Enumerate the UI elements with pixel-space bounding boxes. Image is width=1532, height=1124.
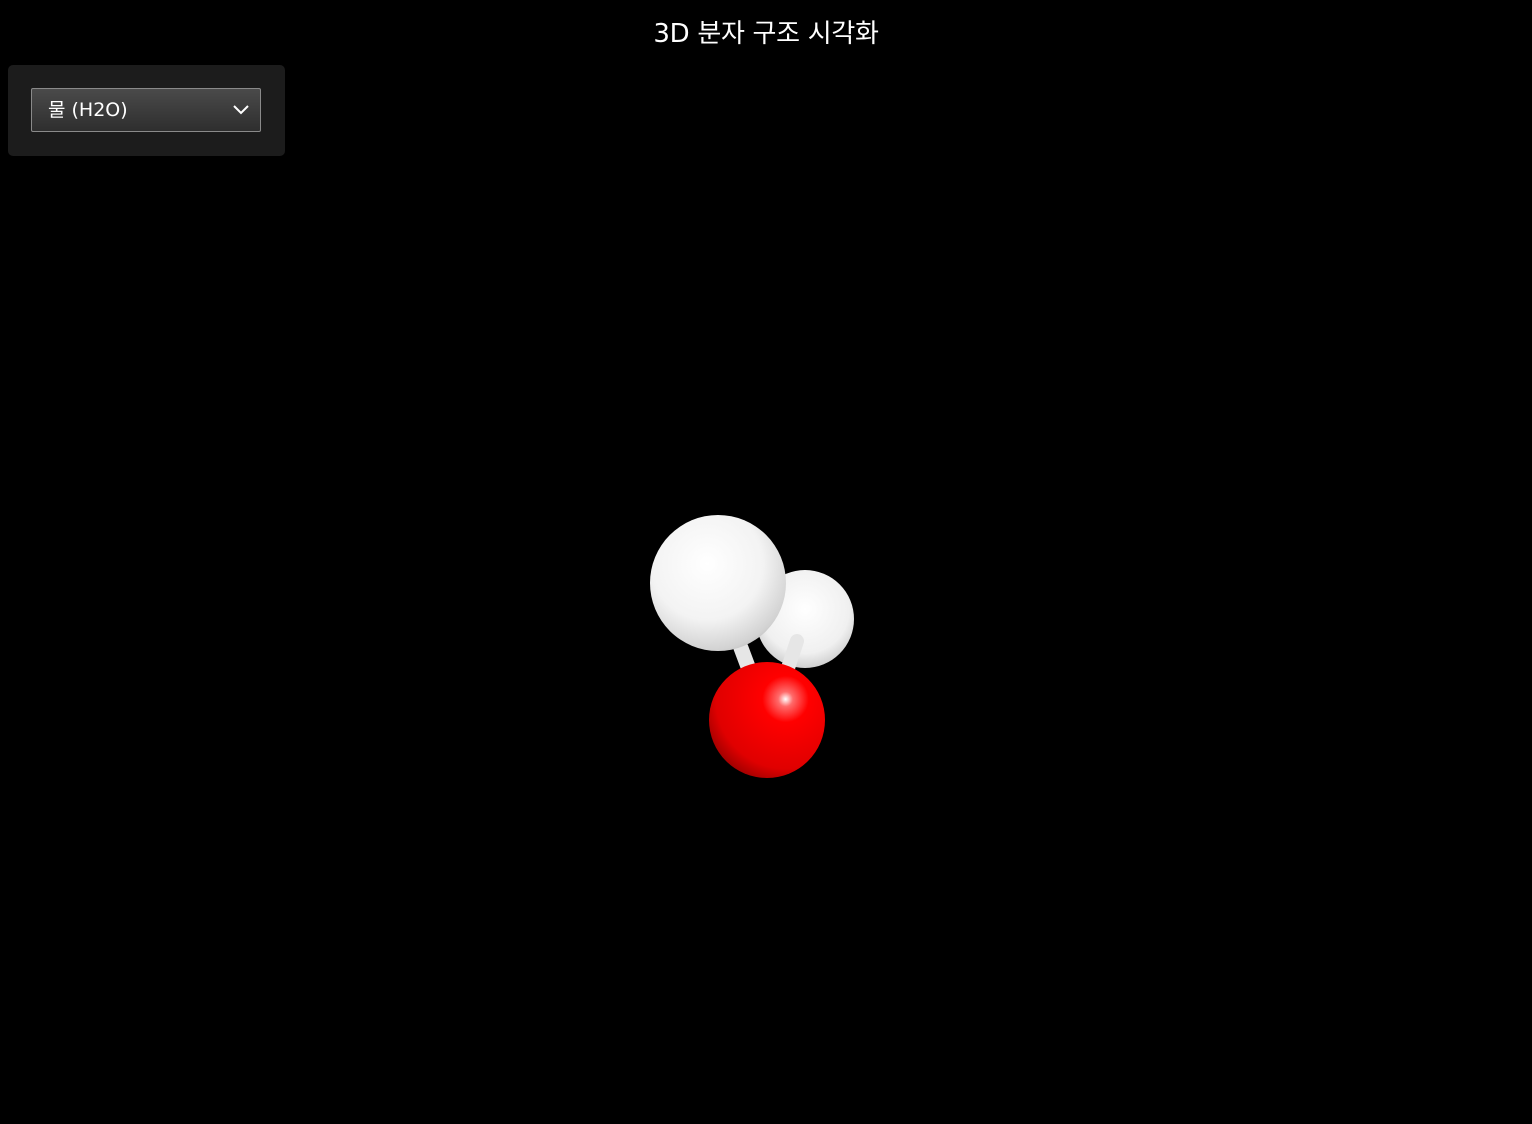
hydrogen-atom-1 — [650, 515, 786, 651]
page-title: 3D 분자 구조 시각화 — [653, 19, 879, 49]
molecule-canvas[interactable] — [0, 0, 1532, 1120]
molecule-viewport[interactable] — [0, 0, 1532, 1120]
control-panel: 물 (H2O) — [8, 65, 285, 156]
molecule-select[interactable]: 물 (H2O) — [31, 88, 261, 132]
molecule-select-value: 물 (H2O) — [48, 99, 128, 121]
chevron-down-icon — [233, 105, 249, 115]
oxygen-atom — [709, 662, 825, 778]
